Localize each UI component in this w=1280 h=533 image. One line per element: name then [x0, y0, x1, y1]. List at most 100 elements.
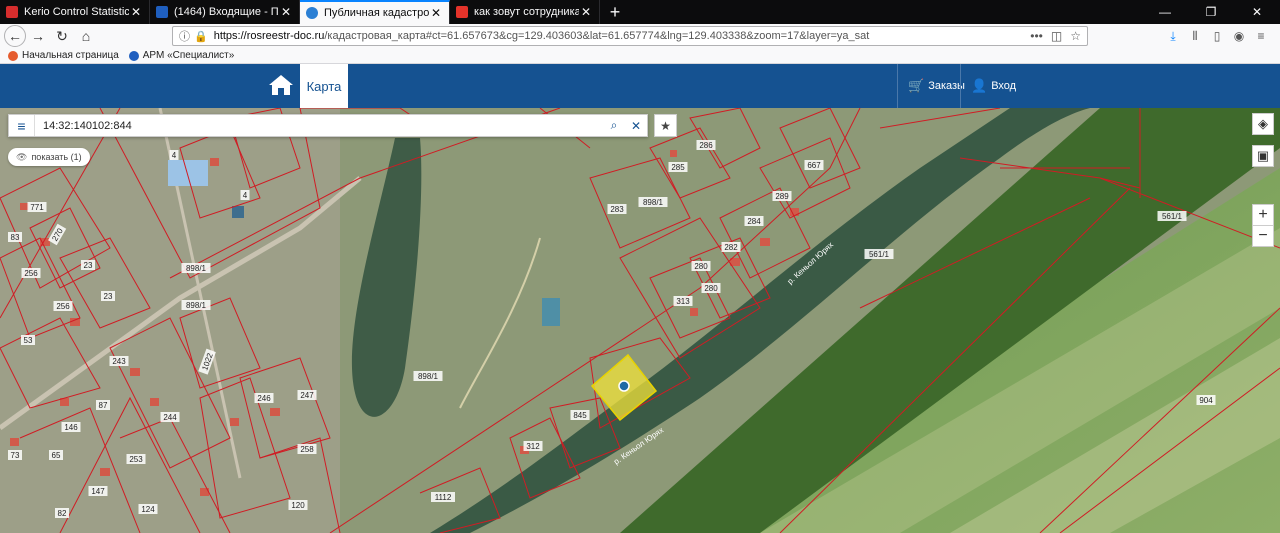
tab-map[interactable]: Карта: [300, 64, 348, 108]
hamburger-menu-icon[interactable]: ≡: [9, 115, 35, 136]
parcel-number: 280: [694, 262, 708, 271]
show-results-button[interactable]: 👁 показать (1): [8, 148, 90, 166]
favorite-star-button[interactable]: ★: [654, 114, 677, 137]
navigation-bar: ← → ↻ ⌂ ⓘ 🔒 https://rosreestr-doc.ru/кад…: [0, 24, 1280, 48]
parcel-label: 898/1: [181, 263, 211, 273]
minimize-icon[interactable]: —: [1142, 0, 1188, 24]
parcel-label: 146: [61, 422, 81, 432]
url-text[interactable]: https://rosreestr-doc.ru/кадастровая_кар…: [214, 30, 1023, 42]
parcel-number: 771: [30, 203, 44, 212]
parcel-label: 247: [297, 390, 317, 400]
parcel-number: 124: [141, 505, 155, 514]
tab-title: Kerio Control Statistics: [24, 6, 129, 18]
zoom-out-button[interactable]: −: [1252, 225, 1274, 247]
bookmark-arm[interactable]: АРМ «Специалист»: [128, 50, 234, 61]
parcel-marker-icon[interactable]: [618, 380, 630, 392]
parcel-label: 258: [297, 444, 317, 454]
cart-icon: 🛒: [908, 78, 925, 93]
window-controls: — ❐ ✕: [1142, 0, 1280, 24]
clear-icon[interactable]: ✕: [625, 119, 647, 133]
parcel-number: 73: [11, 451, 20, 460]
parcel-label: 246: [254, 393, 274, 403]
tab-cadastral-map[interactable]: Публичная кадастровая карта ✕: [300, 0, 450, 24]
map-type-icon[interactable]: ▣: [1252, 145, 1274, 167]
building: [542, 298, 560, 326]
parcel-number: 4: [243, 191, 248, 200]
parcel-number: 256: [24, 269, 38, 278]
building: [168, 160, 208, 186]
bookmark-label: Начальная страница: [22, 50, 119, 61]
parcel-label: 83: [8, 232, 22, 242]
sidebar-icon[interactable]: ▯: [1206, 26, 1228, 46]
forward-arrow-icon[interactable]: →: [26, 25, 50, 47]
restore-icon[interactable]: ❐: [1188, 0, 1234, 24]
parcel-label: 283: [607, 204, 627, 214]
parcel-number: 258: [300, 445, 314, 454]
parcel-number: 146: [64, 423, 78, 432]
cadastral-number-input[interactable]: [35, 115, 603, 136]
parcel-number: 244: [163, 413, 177, 422]
lock-icon[interactable]: 🔒: [194, 30, 208, 43]
tab-title: как зовут сотрудника который: [474, 6, 579, 18]
close-icon[interactable]: ✕: [279, 5, 293, 19]
menu-icon[interactable]: ≡: [1250, 26, 1272, 46]
cadastral-map[interactable]: 286 285 667 283 898/1 289 284 282 280 280 313 561/1…: [0, 108, 1280, 533]
download-icon[interactable]: ⤓: [1162, 26, 1184, 46]
parcel-number: 313: [676, 297, 690, 306]
parcel-number: 845: [573, 411, 587, 420]
tab-yandex[interactable]: как зовут сотрудника который ✕: [450, 0, 600, 24]
parcel-label: 898/1: [413, 371, 443, 381]
parcel-label: 313: [673, 296, 693, 306]
firefox-icon: [8, 50, 18, 61]
mail-favicon-icon: [156, 6, 168, 18]
parcel-label: 65: [49, 450, 63, 460]
bookmark-start-page[interactable]: Начальная страница: [8, 50, 119, 61]
parcel-label: 256: [53, 301, 73, 311]
kerio-favicon-icon: [6, 6, 18, 18]
parcel-label: 284: [744, 216, 764, 226]
url-path: /кадастровая_карта#ct=61.657673&cg=129.4…: [324, 30, 870, 42]
home-icon[interactable]: [268, 74, 294, 96]
close-icon[interactable]: ✕: [429, 6, 443, 20]
address-bar[interactable]: ⓘ 🔒 https://rosreestr-doc.ru/кадастровая…: [172, 26, 1088, 46]
account-icon[interactable]: ◉: [1228, 26, 1250, 46]
toolbar-right: ⤓ ⫴ ▯ ◉ ≡: [1162, 26, 1272, 46]
eye-icon: 👁: [16, 151, 28, 162]
reload-icon[interactable]: ↻: [50, 25, 74, 47]
globe-icon: [128, 50, 139, 61]
parcel-label: 4: [169, 150, 179, 160]
parcel-number: 243: [112, 357, 126, 366]
more-actions-icon[interactable]: •••: [1030, 29, 1043, 43]
close-icon[interactable]: ✕: [129, 5, 143, 19]
info-icon[interactable]: ⓘ: [179, 28, 190, 44]
parcel-label: 243: [109, 356, 129, 366]
parcel-label: 561/1: [864, 249, 894, 259]
parcel-label: 845: [570, 410, 590, 420]
close-icon[interactable]: ✕: [579, 5, 593, 19]
pocket-icon[interactable]: ◫: [1051, 29, 1062, 43]
parcel-number: 247: [300, 391, 314, 400]
login-button[interactable]: 👤 Вход: [960, 64, 1026, 108]
window-close-icon[interactable]: ✕: [1234, 0, 1280, 24]
library-icon[interactable]: ⫴: [1184, 26, 1206, 46]
parcel-number: 83: [11, 233, 20, 242]
parcel-label: 285: [668, 162, 688, 172]
parcel-number: 898/1: [186, 301, 207, 310]
star-icon[interactable]: ☆: [1070, 29, 1081, 43]
parcel-label: 282: [721, 242, 741, 252]
parcel-number: 898/1: [186, 264, 207, 273]
map-canvas[interactable]: 286 285 667 283 898/1 289 284 282 280 280 313 561/1…: [0, 108, 1280, 533]
tab-kerio[interactable]: Kerio Control Statistics ✕: [0, 0, 150, 24]
url-host: https://rosreestr-doc.ru: [213, 30, 325, 42]
search-icon[interactable]: ⌕: [603, 118, 625, 133]
back-arrow-icon[interactable]: ←: [4, 25, 26, 47]
parcel-label: 256: [21, 268, 41, 278]
parcel-number: 147: [91, 487, 105, 496]
parcel-number: 282: [724, 243, 738, 252]
zoom-in-button[interactable]: +: [1252, 204, 1274, 226]
home-icon[interactable]: ⌂: [74, 25, 98, 47]
tab-mail[interactable]: (1464) Входящие - Почта Mail. ✕: [150, 0, 300, 24]
parcel-number: 561/1: [1162, 212, 1183, 221]
layers-icon[interactable]: ◈: [1252, 113, 1274, 135]
new-tab-button[interactable]: +: [600, 0, 630, 24]
